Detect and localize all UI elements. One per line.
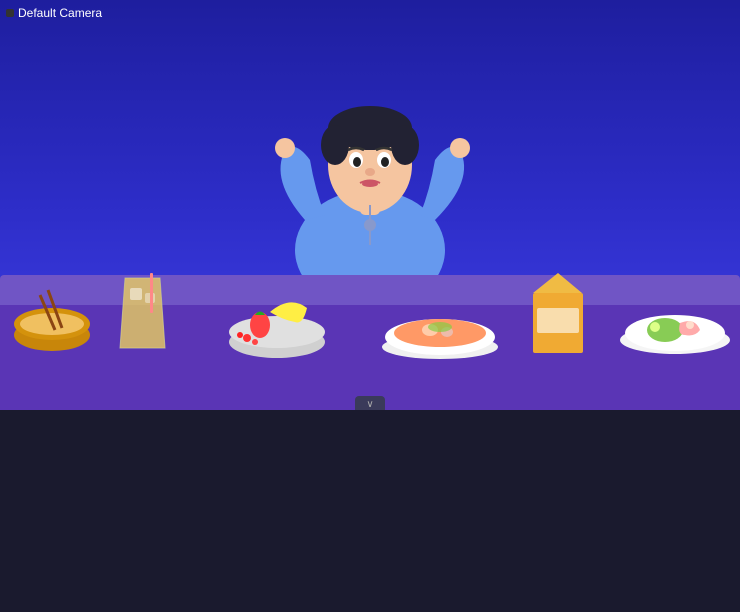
food-milk-carton <box>525 263 590 358</box>
camera-label: Default Camera <box>6 6 102 20</box>
food-drink-glass <box>115 268 170 358</box>
collapse-timeline-button[interactable]: ∨ <box>355 396 385 410</box>
chevron-down-icon: ∨ <box>366 399 373 410</box>
camera-name: Default Camera <box>18 6 102 20</box>
food-soup-bowl <box>375 275 505 360</box>
food-noodle-bowl <box>10 280 95 355</box>
food-dish-plate <box>615 285 735 355</box>
scene-viewport: ∨ ation Duration ⏩ Play Multiple: 1.00 ·… <box>0 0 740 410</box>
camera-icon <box>6 9 14 17</box>
food-fruit-bowl <box>225 270 330 360</box>
